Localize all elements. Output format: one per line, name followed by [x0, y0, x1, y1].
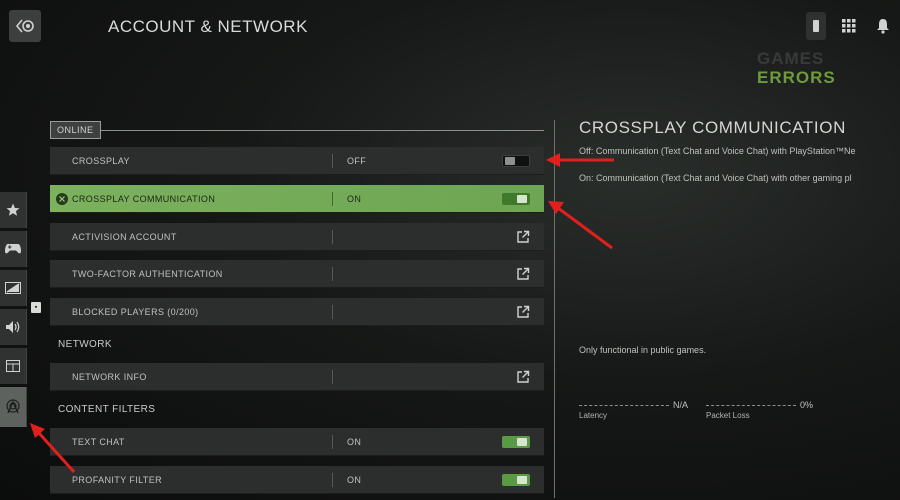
rail-item-account-network[interactable]	[0, 387, 27, 427]
network-icon	[6, 399, 20, 414]
category-rail	[0, 192, 28, 430]
setting-value: OFF	[347, 155, 367, 166]
setting-value: ON	[347, 193, 362, 204]
gamepad-icon	[5, 244, 21, 254]
setting-row-blocked-players[interactable]: BLOCKED PLAYERS (0/200)	[50, 298, 544, 326]
section-divider	[100, 129, 544, 131]
graphics-icon	[5, 282, 21, 294]
detail-off-text: Off: Communication (Text Chat and Voice …	[579, 146, 856, 156]
setting-label: CROSSPLAY COMMUNICATION	[72, 193, 216, 204]
latency-stat: N/A Latency	[579, 400, 689, 420]
setting-row-crossplay-communication[interactable]: CROSSPLAY COMMUNICATION ON	[50, 185, 544, 213]
rail-item-favorites[interactable]	[0, 192, 27, 228]
interface-icon	[6, 360, 20, 372]
arrow-crossplay-communication	[548, 201, 613, 250]
external-link-icon	[517, 267, 530, 280]
section-online: ONLINE	[50, 121, 544, 139]
setting-row-network-info[interactable]: NETWORK INFO	[50, 363, 544, 391]
speaker-icon	[6, 321, 20, 333]
rail-item-interface[interactable]	[0, 348, 27, 384]
crossplay-communication-toggle[interactable]	[502, 193, 530, 205]
setting-label: BLOCKED PLAYERS (0/200)	[72, 306, 199, 317]
detail-on-text: On: Communication (Text Chat and Voice C…	[579, 173, 852, 183]
setting-label: TWO-FACTOR AUTHENTICATION	[72, 268, 223, 279]
text-chat-toggle[interactable]	[502, 436, 530, 448]
setting-row-text-chat[interactable]: TEXT CHAT ON	[50, 428, 544, 456]
crossplay-toggle[interactable]	[502, 155, 530, 167]
top-icons	[806, 12, 894, 40]
setting-label: NETWORK INFO	[72, 371, 147, 382]
watermark-line1: GAMES	[757, 49, 825, 68]
detail-title: CROSSPLAY COMMUNICATION	[579, 118, 846, 137]
bell-icon[interactable]	[872, 13, 894, 39]
rail-item-audio[interactable]	[0, 309, 27, 345]
setting-label: ACTIVISION ACCOUNT	[72, 231, 177, 242]
section-network-label: NETWORK	[58, 339, 112, 350]
star-icon	[6, 203, 20, 216]
detail-note: Only functional in public games.	[579, 345, 707, 355]
packet-loss-stat: 0% Packet Loss	[706, 400, 814, 420]
setting-row-activision-account[interactable]: ACTIVISION ACCOUNT	[50, 223, 544, 251]
setting-label: CROSSPLAY	[72, 155, 130, 166]
watermark-line2: ERRORS	[757, 68, 836, 87]
setting-row-crossplay[interactable]: CROSSPLAY OFF	[50, 147, 544, 175]
section-content-filters-label: CONTENT FILTERS	[58, 404, 156, 415]
panel-divider	[554, 120, 555, 498]
latency-label: Latency	[579, 411, 608, 420]
external-link-icon	[517, 370, 530, 383]
setting-row-two-factor[interactable]: TWO-FACTOR AUTHENTICATION	[50, 260, 544, 288]
external-link-icon	[517, 305, 530, 318]
rail-item-graphics[interactable]	[0, 270, 27, 306]
setting-label: TEXT CHAT	[72, 436, 125, 447]
watermark: GAMES ERRORS	[757, 50, 836, 86]
back-button[interactable]	[9, 10, 41, 42]
controller-badge-icon: ▪	[31, 302, 41, 313]
profanity-filter-toggle[interactable]	[502, 474, 530, 486]
setting-value: ON	[347, 474, 362, 485]
x-button-icon	[56, 193, 68, 205]
packet-loss-value: 0%	[800, 400, 814, 410]
external-link-icon	[517, 230, 530, 243]
back-icon	[15, 19, 34, 33]
packet-loss-label: Packet Loss	[706, 411, 750, 420]
rail-item-controller[interactable]	[0, 231, 27, 267]
grid-icon[interactable]	[838, 13, 860, 39]
section-online-label: ONLINE	[50, 121, 101, 139]
setting-row-profanity-filter[interactable]: PROFANITY FILTER ON	[50, 466, 544, 494]
setting-value: ON	[347, 436, 362, 447]
page-title: ACCOUNT & NETWORK	[108, 17, 308, 36]
phone-icon[interactable]	[806, 12, 826, 40]
setting-label: PROFANITY FILTER	[72, 474, 163, 485]
latency-value: N/A	[673, 400, 689, 410]
